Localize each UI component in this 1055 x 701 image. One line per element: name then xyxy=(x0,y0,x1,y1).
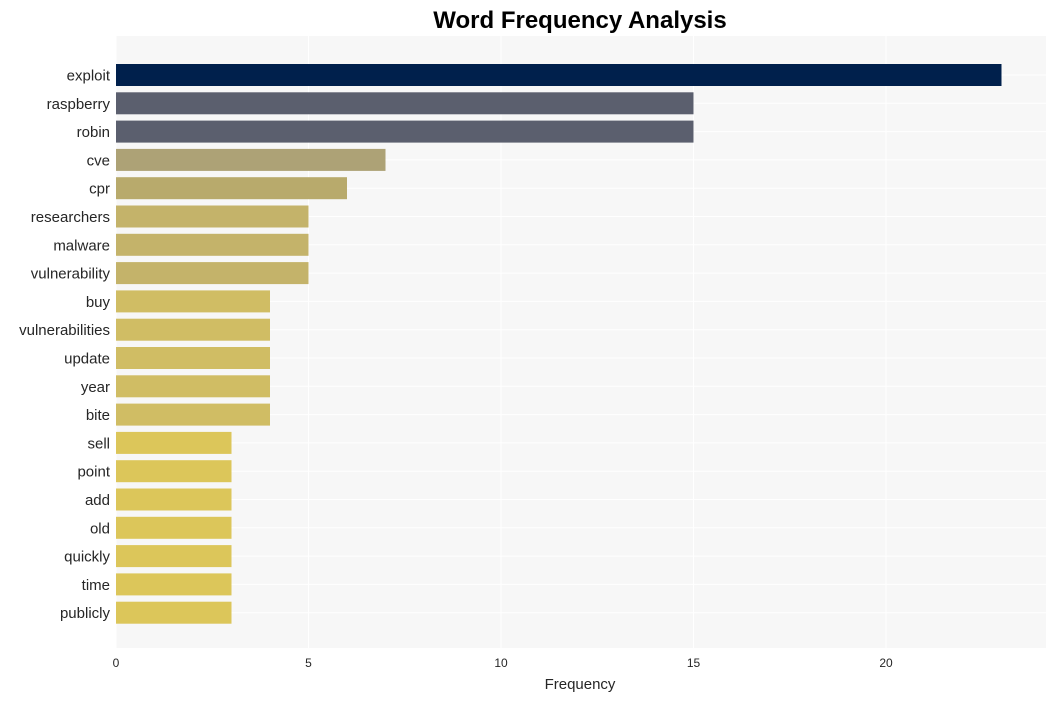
bar-vulnerabilities xyxy=(116,318,270,341)
y-tick-label: old xyxy=(90,520,110,537)
bar-bite xyxy=(116,403,270,426)
x-tick-label: 0 xyxy=(113,656,120,670)
y-tick-labels: exploit raspberry robin cve cpr researchers ma… xyxy=(19,68,111,623)
chart-title: Word Frequency Analysis xyxy=(433,7,726,34)
y-tick-label: update xyxy=(64,351,110,368)
y-tick-label: malware xyxy=(53,237,110,254)
y-tick-label: year xyxy=(81,379,110,396)
y-tick-label: point xyxy=(77,464,110,481)
x-tick-label: 5 xyxy=(305,656,312,670)
y-tick-label: researchers xyxy=(31,209,110,226)
x-tick-label: 20 xyxy=(879,656,893,670)
bar-sell xyxy=(116,431,232,454)
y-tick-label: exploit xyxy=(67,68,111,85)
bar-cpr xyxy=(116,177,347,200)
bar-vulnerability xyxy=(116,262,309,285)
bar-malware xyxy=(116,233,309,256)
y-tick-label: vulnerability xyxy=(31,266,111,283)
bar-cve xyxy=(116,148,386,171)
bar-robin xyxy=(116,120,694,143)
y-tick-label: add xyxy=(85,492,110,509)
y-tick-label: robin xyxy=(77,124,110,141)
bar-old xyxy=(116,516,232,539)
bar-buy xyxy=(116,290,270,313)
x-tick-label: 15 xyxy=(687,656,701,670)
y-tick-label: bite xyxy=(86,407,110,424)
bar-raspberry xyxy=(116,92,694,115)
x-axis-label: Frequency xyxy=(545,676,616,693)
y-tick-label: vulnerabilities xyxy=(19,322,110,339)
bar-year xyxy=(116,375,270,398)
bar-researchers xyxy=(116,205,309,228)
bar-add xyxy=(116,488,232,511)
bar-quickly xyxy=(116,545,232,568)
y-tick-label: cpr xyxy=(89,181,110,198)
bar-update xyxy=(116,347,270,369)
x-tick-labels: 0 5 10 15 20 xyxy=(113,656,893,670)
x-tick-label: 10 xyxy=(494,656,508,670)
y-tick-label: buy xyxy=(86,294,111,311)
bar-publicly xyxy=(116,601,232,624)
bar-point xyxy=(116,460,232,483)
bar-chart: exploit raspberry robin cve cpr researchers ma… xyxy=(19,7,1046,693)
bar-time xyxy=(116,573,232,596)
bar-exploit xyxy=(116,64,1002,86)
y-tick-label: quickly xyxy=(64,549,110,566)
y-tick-label: time xyxy=(82,577,110,594)
y-tick-label: publicly xyxy=(60,605,111,622)
y-tick-label: sell xyxy=(87,435,110,452)
y-tick-label: cve xyxy=(87,152,110,169)
y-tick-label: raspberry xyxy=(47,96,111,113)
